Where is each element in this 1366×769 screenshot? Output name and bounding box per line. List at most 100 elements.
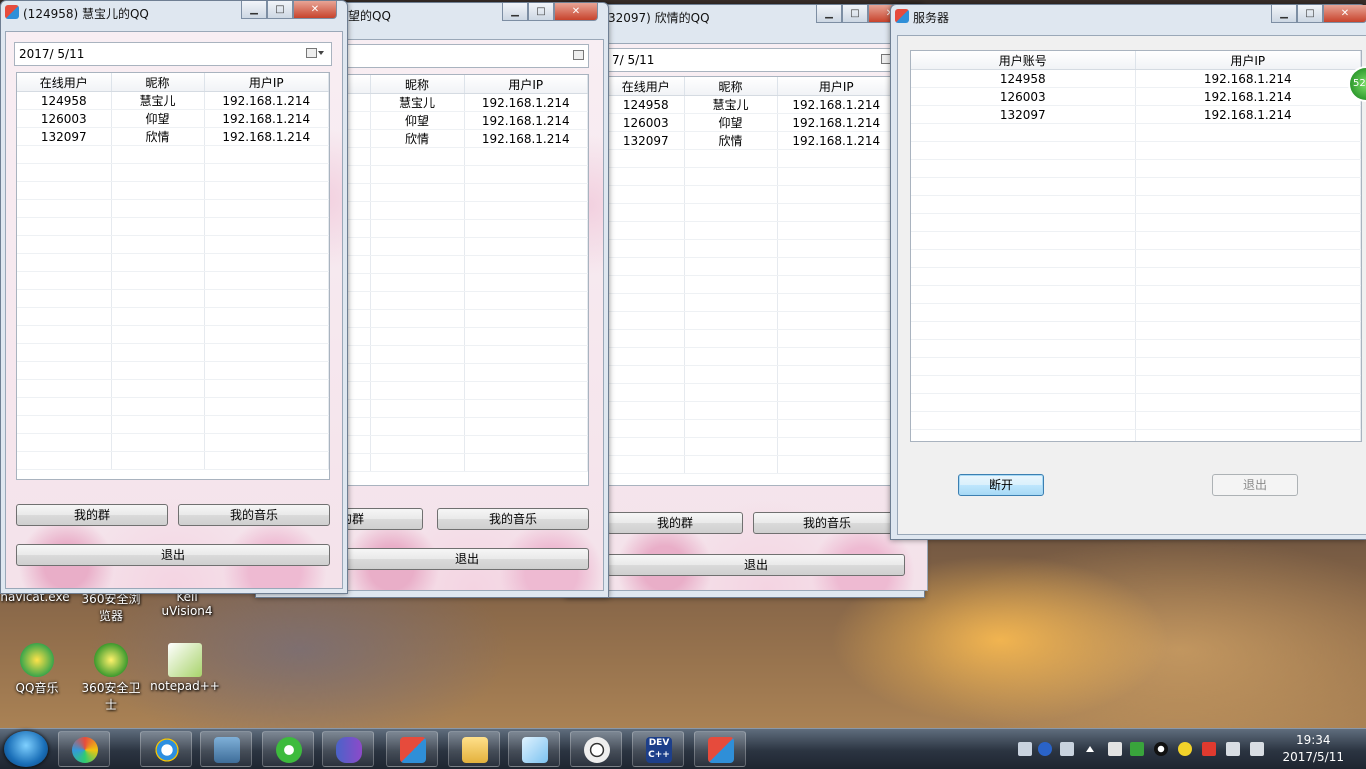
close-button[interactable]: ✕ xyxy=(1323,5,1366,23)
calendar-icon[interactable] xyxy=(306,48,324,58)
table-row[interactable]: 126003 仰望 192.168.1.214 xyxy=(17,109,329,128)
cell-ip: 192.168.1.214 xyxy=(777,131,896,150)
shield-icon[interactable] xyxy=(1130,742,1144,756)
minimize-button[interactable]: ▁ xyxy=(241,1,267,19)
close-button[interactable]: ✕ xyxy=(554,3,598,21)
exit-button[interactable]: 退出 xyxy=(16,544,330,566)
network-error-icon[interactable] xyxy=(1202,742,1216,756)
date-picker[interactable]: 2017/ 5/11 xyxy=(14,42,332,66)
taskbar-item-monitor[interactable] xyxy=(200,731,252,767)
desktop-icon-keil[interactable]: Keil uVision4 xyxy=(152,590,222,618)
keyboard-icon[interactable] xyxy=(1018,742,1032,756)
column-header-user-ip[interactable]: 用户IP xyxy=(777,77,896,96)
taskbar-item-mfc-2[interactable] xyxy=(694,731,746,767)
minimize-button[interactable]: ▁ xyxy=(816,5,842,23)
qq-penguin-icon[interactable] xyxy=(1154,742,1168,756)
my-group-button[interactable]: 我的群 xyxy=(16,504,168,526)
maximize-button[interactable]: □ xyxy=(267,1,293,19)
start-button[interactable] xyxy=(4,731,48,767)
table-row[interactable]: 132097 192.168.1.214 xyxy=(911,105,1361,124)
column-header-online-user[interactable]: 在线用户 xyxy=(17,73,112,92)
cell-ip: 192.168.1.214 xyxy=(1135,69,1361,88)
my-music-button[interactable]: 我的音乐 xyxy=(753,512,901,534)
taskbar-item-mfc[interactable] xyxy=(386,731,438,767)
cell-nickname: 仰望 xyxy=(370,111,465,130)
cell-ip: 192.168.1.214 xyxy=(777,95,896,114)
close-button[interactable]: ✕ xyxy=(293,1,337,19)
disconnect-button[interactable]: 断开 xyxy=(958,474,1044,496)
maximize-button[interactable]: □ xyxy=(842,5,868,23)
help-icon[interactable] xyxy=(1038,742,1052,756)
maximize-button[interactable]: □ xyxy=(528,3,554,21)
cell-nickname: 慧宝儿 xyxy=(370,93,465,112)
volume-icon[interactable] xyxy=(1226,742,1240,756)
taskbar-item-folder[interactable] xyxy=(448,731,500,767)
connected-users-grid[interactable]: 用户账号 用户IP 124958 192.168.1.214 126003 19… xyxy=(910,50,1362,442)
column-header-online-user[interactable] xyxy=(346,75,371,94)
online-users-grid[interactable]: 在线用户 昵称 用户IP 124958 慧宝儿 192.168.1.214 12… xyxy=(607,76,897,486)
desktop-icon-qq-music[interactable]: QQ音乐 xyxy=(2,643,72,696)
column-header-user-ip[interactable]: 用户IP xyxy=(1135,51,1361,70)
taskbar-item-ie[interactable] xyxy=(140,731,192,767)
date-picker[interactable]: 7/ 5/11 xyxy=(607,48,897,72)
devcpp-label-cpp: C++ xyxy=(648,750,670,760)
mfc-icon xyxy=(400,737,426,763)
cell-nickname: 欣情 xyxy=(370,129,465,148)
360-update-icon xyxy=(276,737,302,763)
table-row[interactable]: 132097 欣情 192.168.1.214 xyxy=(17,127,329,146)
calendar-icon[interactable] xyxy=(573,50,584,60)
table-row[interactable]: 126003 192.168.1.214 xyxy=(911,87,1361,106)
chevron-up-icon[interactable] xyxy=(1086,746,1094,752)
exit-button[interactable]: 退出 xyxy=(607,554,905,576)
server-window: 服务器 ▁ □ ✕ 用户账号 用户IP 124958 192.168.1.214… xyxy=(890,4,1366,540)
maximize-button[interactable]: □ xyxy=(1297,5,1323,23)
taskbar-item-avatar[interactable] xyxy=(570,731,622,767)
minimize-button[interactable]: ▁ xyxy=(1271,5,1297,23)
column-header-online-user[interactable]: 在线用户 xyxy=(608,77,685,96)
server-exit-button[interactable]: 退出 xyxy=(1212,474,1298,496)
column-header-nickname[interactable]: 昵称 xyxy=(111,73,205,92)
plus-icon[interactable] xyxy=(1178,742,1192,756)
table-row[interactable]: 124958 慧宝儿 192.168.1.214 xyxy=(608,95,896,114)
taskbar-item-360[interactable] xyxy=(58,731,110,767)
column-header-user-ip[interactable]: 用户IP xyxy=(464,75,588,94)
taskbar-item-infinity[interactable] xyxy=(322,731,374,767)
table-row[interactable]: 欣情 192.168.1.214 xyxy=(346,129,588,148)
my-music-button[interactable]: 我的音乐 xyxy=(437,508,589,530)
online-users-grid[interactable]: 昵称 用户IP 慧宝儿 192.168.1.214 仰望 192.168.1.2… xyxy=(345,74,589,486)
table-row[interactable]: 126003 仰望 192.168.1.214 xyxy=(608,113,896,132)
desktop-icon-notepadpp[interactable]: notepad++ xyxy=(150,643,220,693)
column-header-user-account[interactable]: 用户账号 xyxy=(911,51,1136,70)
title-bar[interactable]: (124958) 慧宝儿的QQ ▁ □ ✕ xyxy=(1,1,347,23)
minimize-button[interactable]: ▁ xyxy=(502,3,528,21)
desktop-icon-360-browser[interactable]: 360安全浏览器 xyxy=(76,590,146,624)
online-users-grid[interactable]: 在线用户 昵称 用户IP 124958 慧宝儿 192.168.1.214 12… xyxy=(16,72,330,480)
app-icon xyxy=(895,9,909,23)
window-title: 望的QQ xyxy=(348,9,391,23)
table-row[interactable]: 124958 慧宝儿 192.168.1.214 xyxy=(17,91,329,110)
folder-icon xyxy=(462,737,488,763)
taskbar-item-notepad[interactable] xyxy=(508,731,560,767)
cell-ip: 192.168.1.214 xyxy=(1135,87,1361,106)
my-group-button[interactable]: 的群 xyxy=(345,508,423,530)
title-bar[interactable]: 服务器 ▁ □ ✕ xyxy=(891,5,1366,27)
date-picker[interactable] xyxy=(345,44,589,68)
table-row[interactable]: 124958 192.168.1.214 xyxy=(911,69,1361,88)
my-group-button[interactable]: 我的群 xyxy=(607,512,743,534)
title-bar[interactable]: 32097) 欣情的QQ ▁ □ ✕ xyxy=(566,5,924,27)
column-header-user-ip[interactable]: 用户IP xyxy=(204,73,329,92)
taskbar-item-devcpp[interactable]: DEV C++ xyxy=(632,731,684,767)
restore-icon[interactable] xyxy=(1060,742,1074,756)
usb-icon[interactable] xyxy=(1108,742,1122,756)
desktop-icon-360-safe[interactable]: 360安全卫士 xyxy=(76,643,146,713)
clock[interactable]: 19:34 2017/5/11 xyxy=(1282,732,1344,766)
display-icon[interactable] xyxy=(1250,742,1264,756)
column-header-nickname[interactable]: 昵称 xyxy=(684,77,778,96)
my-music-button[interactable]: 我的音乐 xyxy=(178,504,330,526)
taskbar-item-360-update[interactable] xyxy=(262,731,314,767)
exit-button[interactable]: 退出 xyxy=(345,548,589,570)
table-row[interactable]: 仰望 192.168.1.214 xyxy=(346,111,588,130)
table-row[interactable]: 慧宝儿 192.168.1.214 xyxy=(346,93,588,112)
table-row[interactable]: 132097 欣情 192.168.1.214 xyxy=(608,131,896,150)
column-header-nickname[interactable]: 昵称 xyxy=(370,75,465,94)
